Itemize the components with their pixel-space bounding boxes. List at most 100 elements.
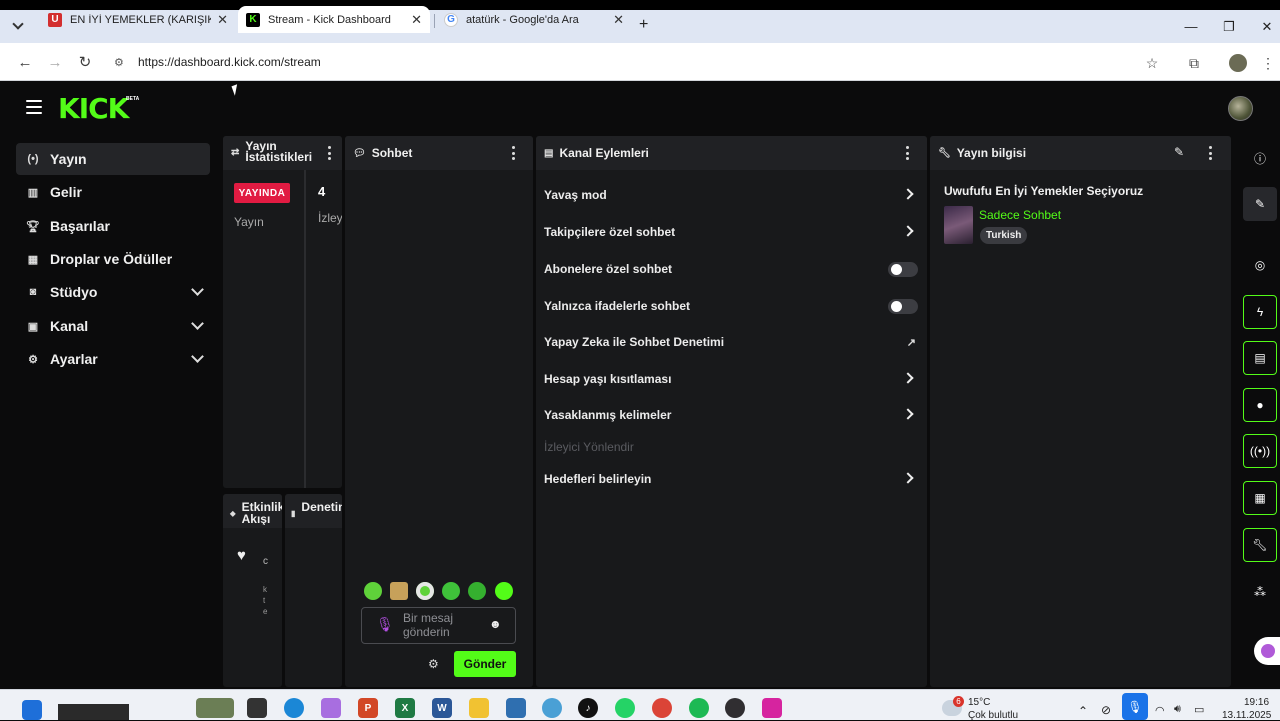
browser-tab-3[interactable]: G atatürk - Google'da Ara ✕ bbox=[436, 6, 632, 33]
action-slow-mode[interactable]: Yavaş mod bbox=[544, 185, 920, 205]
url-field[interactable]: ⚙ https://dashboard.kick.com/stream bbox=[104, 49, 1170, 75]
wrench-icon[interactable]: 🔧︎ bbox=[1243, 528, 1277, 562]
action-set-goals[interactable]: Hedefleri belirleyin bbox=[544, 469, 920, 489]
panel-header[interactable]: 💬︎ Sohbet bbox=[345, 136, 533, 170]
emote-icon[interactable] bbox=[495, 582, 513, 600]
sidebar-item-yayin[interactable]: (•) Yayın bbox=[16, 143, 210, 175]
forward-icon[interactable]: → bbox=[44, 52, 66, 72]
chevron-down-icon[interactable] bbox=[191, 283, 204, 296]
back-icon[interactable]: ← bbox=[14, 52, 36, 72]
emote-icon[interactable] bbox=[416, 582, 434, 600]
focus-icon[interactable]: ◎ bbox=[1243, 248, 1277, 282]
action-followers-only[interactable]: Takipçilere özel sohbet bbox=[544, 222, 920, 242]
folder-icon[interactable] bbox=[469, 698, 489, 718]
hidden-icon[interactable]: ⊘ bbox=[1101, 703, 1111, 717]
emote-icon[interactable] bbox=[390, 582, 408, 600]
wifi-icon[interactable]: ◠ bbox=[1155, 704, 1165, 717]
chat-icon[interactable]: ● bbox=[1243, 388, 1277, 422]
kebab-menu-icon[interactable] bbox=[511, 146, 515, 160]
browser-tab-2[interactable]: K Stream - Kick Dashboard ✕ bbox=[238, 6, 430, 33]
nodes-icon[interactable]: ⁂ bbox=[1243, 575, 1277, 609]
chrome-icon[interactable] bbox=[652, 698, 672, 718]
chevron-down-icon[interactable] bbox=[191, 350, 204, 363]
panel-header[interactable]: ⬥ Etkinlik Akışı bbox=[223, 494, 282, 528]
powerpoint-icon[interactable]: P bbox=[358, 698, 378, 718]
emote-icon[interactable] bbox=[468, 582, 486, 600]
new-tab-icon[interactable]: + bbox=[639, 16, 648, 34]
gear-icon[interactable]: ⚙ bbox=[428, 657, 439, 671]
close-icon[interactable]: ✕ bbox=[217, 12, 228, 28]
info-icon[interactable]: ⓘ bbox=[1243, 141, 1277, 175]
whatsapp-icon[interactable] bbox=[615, 698, 635, 718]
category-link[interactable]: Sadece Sohbet bbox=[979, 208, 1061, 222]
sidebar-item-studyo[interactable]: ◙ Stüdyo bbox=[16, 276, 210, 308]
close-icon[interactable]: ✕ bbox=[613, 12, 624, 28]
sidebar-item-gelir[interactable]: ▥ Gelir bbox=[16, 176, 210, 208]
kebab-menu-icon[interactable] bbox=[1208, 146, 1212, 160]
layout-icon[interactable]: ▦ bbox=[1243, 481, 1277, 515]
widgets-icon[interactable] bbox=[196, 698, 234, 718]
sidebar-item-kanal[interactable]: ▣ Kanal bbox=[16, 310, 210, 342]
action-account-age[interactable]: Hesap yaşı kısıtlaması bbox=[544, 369, 920, 389]
profile-icon[interactable] bbox=[1228, 53, 1248, 73]
kebab-menu-icon[interactable] bbox=[327, 146, 331, 160]
action-ai-moderation[interactable]: Yapay Zeka ile Sohbet Denetimi ↗ bbox=[544, 332, 920, 352]
chevron-up-icon[interactable]: ⌃ bbox=[1078, 704, 1088, 718]
emoji-icon[interactable]: ☻ bbox=[489, 617, 502, 631]
browser-tab-1[interactable]: U EN İYİ YEMEKLER (KARIŞIK) @m ✕ bbox=[40, 6, 236, 33]
sidebar-item-droplar[interactable]: ▦ Droplar ve Ödüller bbox=[16, 243, 210, 275]
app-icon[interactable] bbox=[542, 698, 562, 718]
kebab-menu-icon[interactable] bbox=[905, 146, 909, 160]
broadcast-icon[interactable]: ((•)) bbox=[1243, 434, 1277, 468]
sidebar-item-ayarlar[interactable]: ⚙ Ayarlar bbox=[16, 343, 210, 375]
tiktok-icon[interactable]: ♪ bbox=[578, 698, 598, 718]
subscribers-only-toggle[interactable] bbox=[888, 262, 918, 277]
microphone-icon[interactable]: 🎙︎ bbox=[1122, 693, 1148, 720]
spotify-icon[interactable] bbox=[689, 698, 709, 718]
obs-icon[interactable] bbox=[725, 698, 745, 718]
word-icon[interactable]: W bbox=[432, 698, 452, 718]
edit-icon[interactable]: ✎ bbox=[1174, 145, 1184, 159]
store-icon[interactable] bbox=[506, 698, 526, 718]
sidebar-item-basarilar[interactable]: 🏆︎ Başarılar bbox=[16, 210, 210, 242]
emotes-only-toggle[interactable] bbox=[888, 299, 918, 314]
emote-icon[interactable] bbox=[442, 582, 460, 600]
panel-header[interactable]: 🔧︎ Yayın bilgisi bbox=[930, 136, 1231, 170]
chevron-down-icon[interactable] bbox=[191, 317, 204, 330]
taskview-icon[interactable] bbox=[247, 698, 267, 718]
menu-icon[interactable] bbox=[26, 100, 42, 114]
extensions-icon[interactable]: ⧉ bbox=[1184, 53, 1204, 73]
panel-header[interactable]: ▮ Denetim Eylemleri bbox=[285, 494, 342, 528]
weather-temp[interactable]: 15°C bbox=[968, 697, 990, 708]
search-box[interactable] bbox=[58, 704, 129, 720]
minimize-icon[interactable]: — bbox=[1172, 10, 1210, 43]
restore-icon[interactable]: ❐ bbox=[1210, 10, 1248, 43]
microphone-icon[interactable]: 🎙︎ bbox=[376, 616, 394, 633]
window-close-icon[interactable]: ✕ bbox=[1248, 10, 1280, 43]
document-icon[interactable]: ▤ bbox=[1243, 341, 1277, 375]
instagram-icon[interactable] bbox=[762, 698, 782, 718]
copilot-icon[interactable] bbox=[321, 698, 341, 718]
edit-icon[interactable]: ✎ bbox=[1243, 187, 1277, 221]
close-icon[interactable]: ✕ bbox=[411, 12, 422, 28]
battery-icon[interactable]: ▭ bbox=[1194, 703, 1204, 716]
avatar[interactable] bbox=[1228, 96, 1253, 121]
clock-time[interactable]: 19:16 bbox=[1244, 697, 1269, 708]
kick-logo[interactable]: KICK bbox=[58, 92, 129, 125]
lightning-icon[interactable]: ϟ bbox=[1243, 295, 1277, 329]
assistant-tab[interactable] bbox=[1254, 637, 1280, 665]
site-info-icon[interactable]: ⚙ bbox=[114, 56, 130, 69]
action-banned-words[interactable]: Yasaklanmış kelimeler bbox=[544, 405, 920, 425]
browser-menu-icon[interactable]: ⋮ bbox=[1258, 53, 1278, 73]
emote-icon[interactable] bbox=[364, 582, 382, 600]
excel-icon[interactable]: X bbox=[395, 698, 415, 718]
bookmark-star-icon[interactable]: ☆ bbox=[1142, 53, 1162, 73]
panel-header[interactable]: ▤ Kanal Eylemleri bbox=[536, 136, 927, 170]
start-icon[interactable] bbox=[22, 700, 42, 720]
reload-icon[interactable]: ↻ bbox=[74, 52, 96, 72]
send-button[interactable]: Gönder bbox=[454, 651, 516, 677]
volume-icon[interactable]: 🔊︎ bbox=[1174, 703, 1181, 716]
edge-icon[interactable] bbox=[284, 698, 304, 718]
tab-search-icon[interactable] bbox=[12, 18, 24, 30]
panel-header[interactable]: ⇄ Yayın İstatistikleri bbox=[223, 136, 342, 170]
